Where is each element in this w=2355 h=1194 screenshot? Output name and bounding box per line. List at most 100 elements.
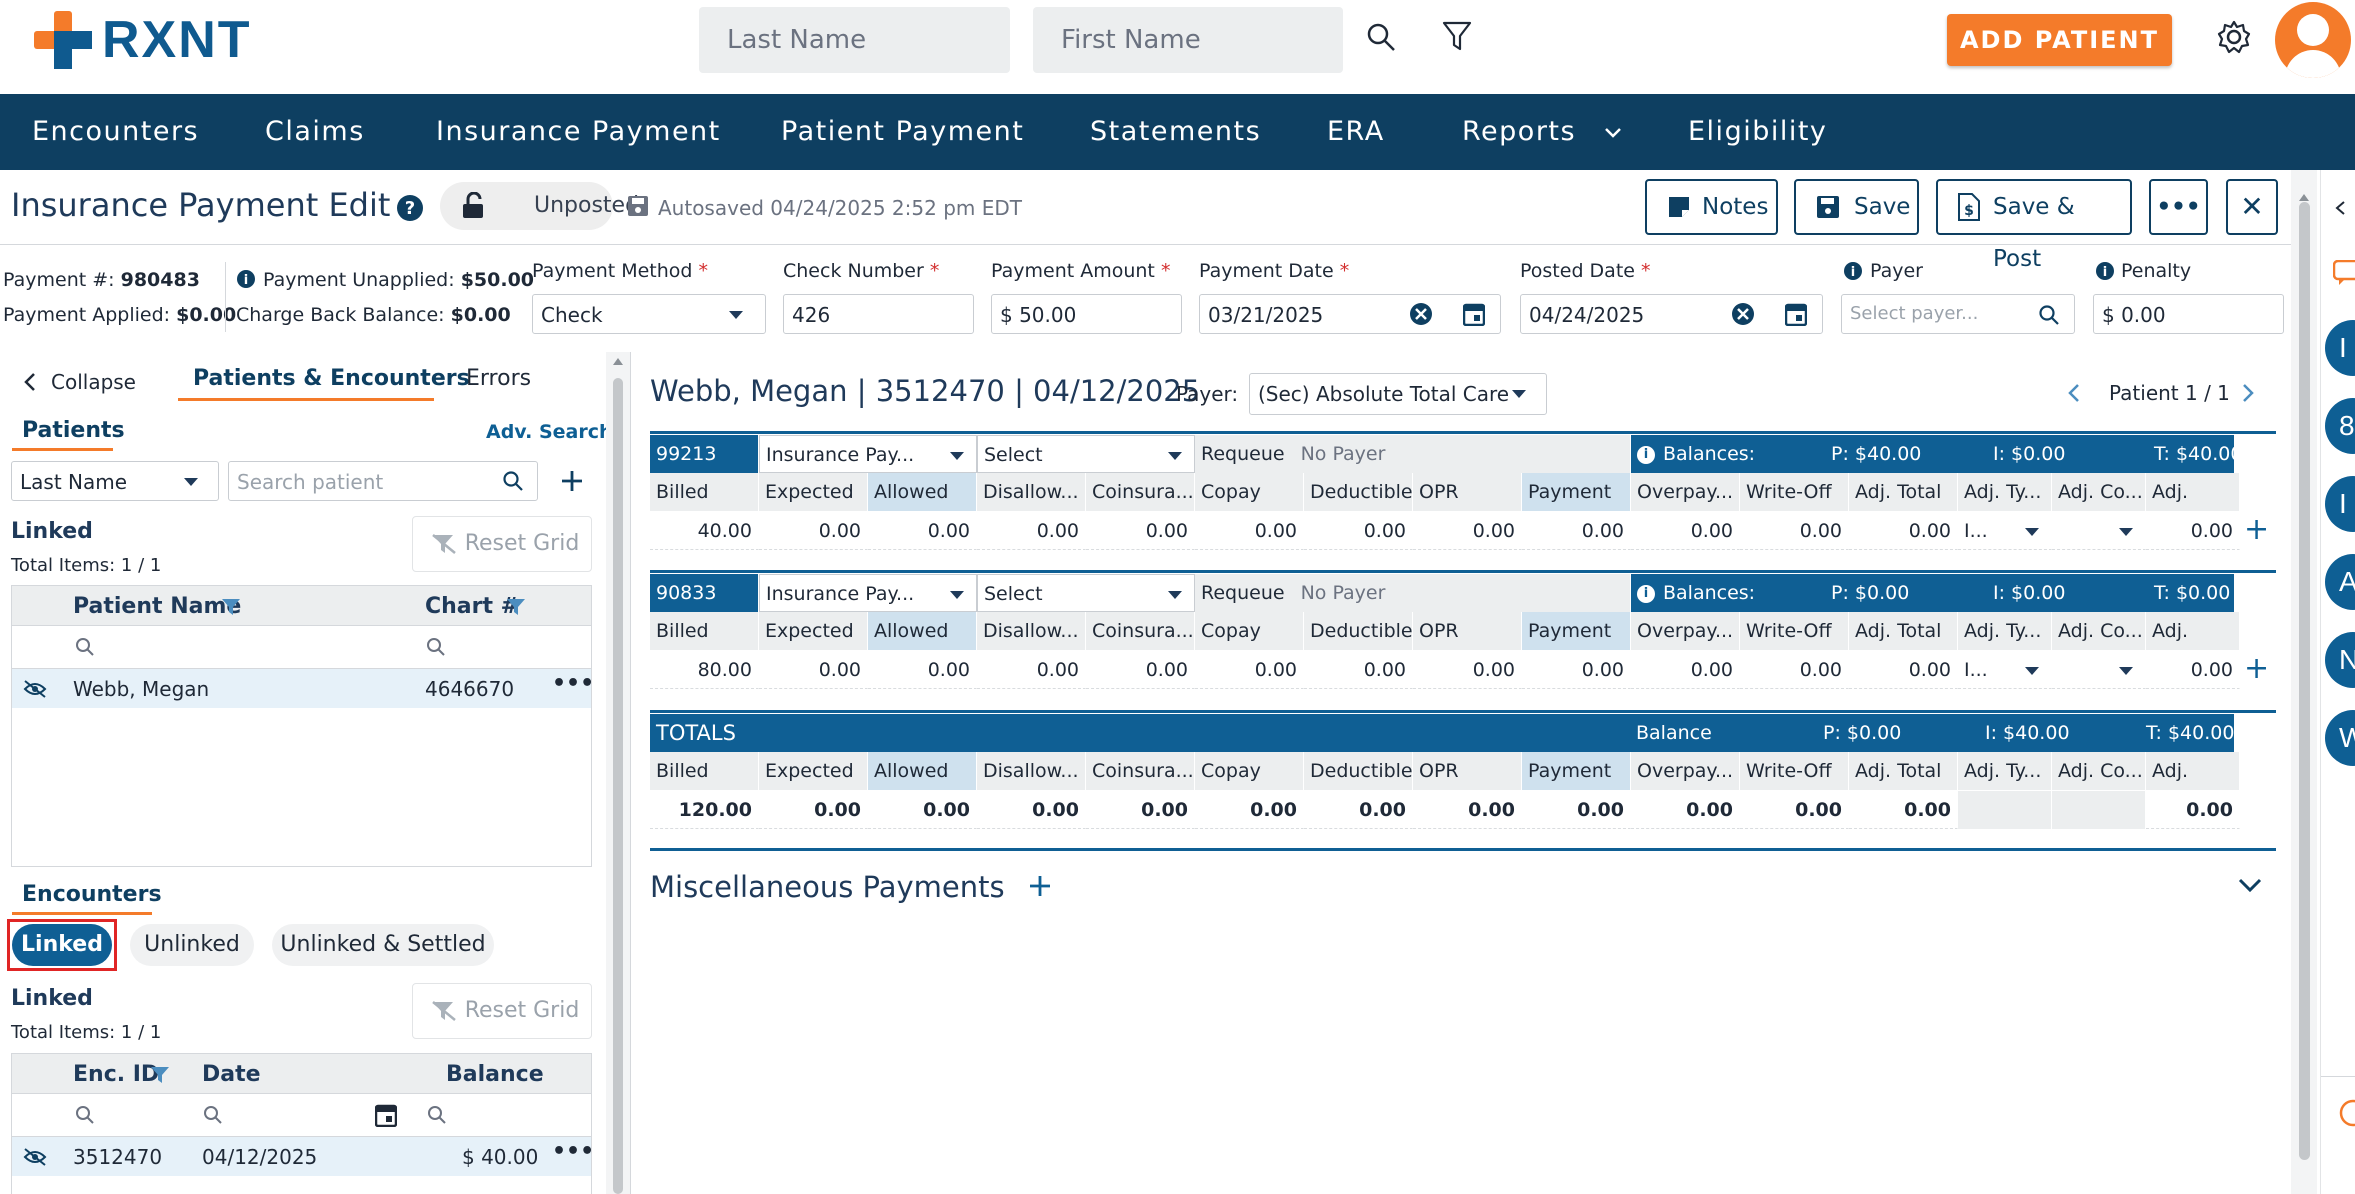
line2-value-cell[interactable]: 0.00 [1631,651,1740,689]
row-menu-icon[interactable]: ••• [552,1139,594,1164]
adj-type-select[interactable]: I... [1958,512,2052,550]
line2-value-cell[interactable]: 0.00 [1740,651,1849,689]
more-button[interactable]: ••• [2149,179,2208,235]
add-icon[interactable]: + [2244,514,2269,546]
unlink-icon[interactable] [22,679,48,699]
nav-patient-payment[interactable]: Patient Payment [781,94,1024,170]
column-chart-number[interactable]: Chart # [425,594,519,619]
adj-type-select[interactable]: I... [1958,651,2052,689]
row-menu-icon[interactable]: ••• [552,671,594,696]
adjustment-reason-select[interactable]: Insurance Pay... [759,574,977,612]
payer-input[interactable]: Select payer... [1841,294,2075,334]
right-scrollbar-thumb[interactable] [2299,202,2310,1160]
rail-avatar[interactable]: W [2325,710,2355,766]
search-icon[interactable] [203,1105,223,1125]
add-icon[interactable] [1028,874,1052,898]
column-date[interactable]: Date [202,1062,261,1087]
reset-grid-button[interactable]: Reset Grid [412,516,592,572]
nav-insurance-payment[interactable]: Insurance Payment [436,94,721,170]
nav-eligibility[interactable]: Eligibility [1688,94,1827,170]
enc-tab-unlinked-settled[interactable]: Unlinked & Settled [272,924,494,966]
filter-icon[interactable] [506,598,526,616]
search-icon[interactable] [427,1105,447,1125]
chevron-left-icon[interactable] [2067,383,2081,403]
search-icon[interactable] [75,1105,95,1125]
line2-value-cell[interactable]: 0.00 [1304,651,1413,689]
tab-patients-encounters[interactable]: Patients & Encounters [193,366,470,391]
search-icon[interactable] [426,637,446,657]
line2-value-cell[interactable]: 0.00 [977,651,1086,689]
column-patient-name[interactable]: Patient Name [73,594,241,619]
search-icon[interactable] [2038,304,2060,326]
adjustment-reason-select[interactable]: Insurance Pay... [759,435,977,473]
encounter-payer-select[interactable]: (Sec) Absolute Total Care [1249,373,1547,415]
first-name-input[interactable]: First Name [1033,7,1343,73]
line2-value-cell[interactable]: 0.00 [1849,651,1958,689]
scroll-up-icon[interactable] [612,356,624,366]
table-row[interactable]: 3512470 04/12/2025 $ 40.00 ••• [12,1136,594,1176]
calendar-icon[interactable] [375,1103,397,1127]
add-icon[interactable] [560,469,584,493]
filter-icon[interactable] [1442,20,1472,52]
penalty-input[interactable]: $ 0.00 [2093,294,2284,334]
select-dropdown[interactable]: Select [977,435,1195,473]
nav-era[interactable]: ERA [1327,94,1385,170]
column-balance[interactable]: Balance [446,1062,544,1087]
nav-claims[interactable]: Claims [265,94,365,170]
search-icon[interactable] [75,637,95,657]
line2-value-cell[interactable]: 0.00 [1413,651,1522,689]
nav-statements[interactable]: Statements [1090,94,1261,170]
enc-reset-grid-button[interactable]: Reset Grid [412,983,592,1039]
search-patient-input[interactable]: Search patient [228,461,538,501]
save-button[interactable]: Save [1794,179,1919,235]
tab-errors[interactable]: Errors [466,366,531,391]
enc-tab-linked[interactable]: Linked [12,924,112,966]
adj-code-select[interactable] [2052,651,2146,689]
line2-value-cell[interactable]: 0.00 [868,651,977,689]
line1-value-cell[interactable]: 0.00 [1849,512,1958,550]
unlink-icon[interactable] [22,1147,48,1167]
column-enc-id[interactable]: Enc. ID [73,1062,159,1087]
payment-amount-input[interactable]: $ 50.00 [991,294,1182,334]
nav-reports[interactable]: Reports [1462,94,1622,170]
gear-icon[interactable] [2217,20,2251,54]
chevron-left-icon[interactable] [23,372,37,392]
line1-value-cell[interactable]: 0.00 [1195,512,1304,550]
rail-avatar[interactable]: I [2325,320,2355,376]
clear-icon[interactable] [1731,302,1755,326]
adj-amount-input[interactable]: 0.00 [2146,512,2240,550]
line2-value-cell[interactable]: 80.00 [650,651,759,689]
line1-value-cell[interactable]: 0.00 [868,512,977,550]
chevron-down-icon[interactable] [2238,878,2262,894]
add-icon[interactable]: + [2244,653,2269,685]
close-button[interactable]: ✕ [2226,179,2278,235]
payment-date-input[interactable]: 03/21/2025 [1199,294,1501,334]
line1-value-cell[interactable]: 0.00 [759,512,868,550]
line1-value-cell[interactable]: 0.00 [1522,512,1631,550]
line2-value-cell[interactable]: 0.00 [1195,651,1304,689]
line2-value-cell[interactable]: 0.00 [1086,651,1195,689]
scroll-up-icon[interactable] [2298,192,2310,202]
line1-value-cell[interactable]: 0.00 [1413,512,1522,550]
search-icon[interactable] [1366,22,1396,52]
clear-icon[interactable] [1409,302,1433,326]
notes-button[interactable]: Notes [1645,179,1778,235]
filter-icon[interactable] [150,1066,170,1084]
chat-icon[interactable] [2333,260,2355,286]
adj-amount-input[interactable]: 0.00 [2146,651,2240,689]
search-by-select[interactable]: Last Name [11,461,219,501]
filter-icon[interactable] [221,598,241,616]
collapse-button[interactable]: Collapse [51,370,136,394]
line1-value-cell[interactable]: 0.00 [1631,512,1740,550]
line1-value-cell[interactable]: 0.00 [1740,512,1849,550]
adj-code-select[interactable] [2052,512,2146,550]
rail-avatar[interactable]: I [2325,476,2355,532]
chevron-right-icon[interactable] [2241,383,2255,403]
calendar-icon[interactable] [1785,302,1807,326]
line1-value-cell[interactable]: 40.00 [650,512,759,550]
save-post-button[interactable]: $ Save & Post [1936,179,2132,272]
check-number-input[interactable]: 426 [783,294,974,334]
nav-encounters[interactable]: Encounters [32,94,199,170]
enc-tab-unlinked[interactable]: Unlinked [130,924,254,966]
chevron-left-icon[interactable] [2333,200,2347,216]
